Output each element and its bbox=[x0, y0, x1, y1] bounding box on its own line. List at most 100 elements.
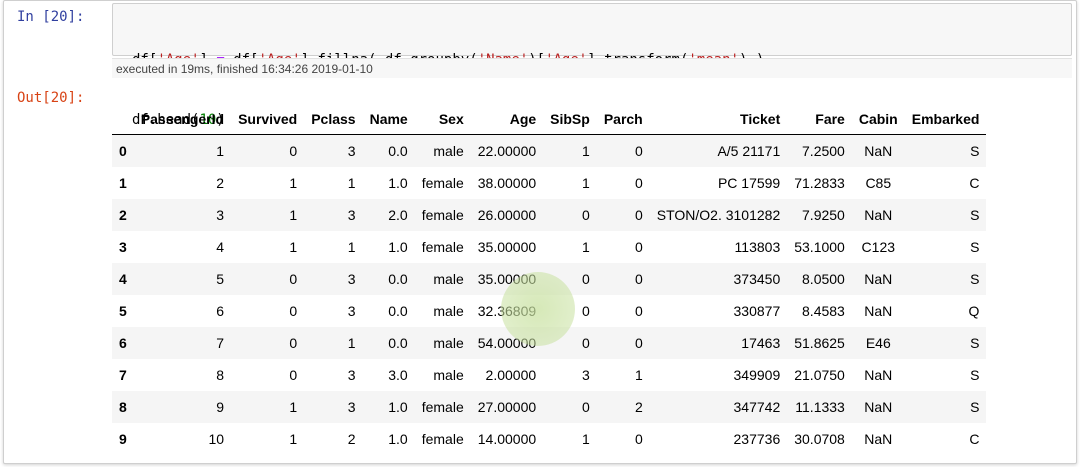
table-cell: 0 bbox=[582, 303, 590, 319]
table-cell: 0 bbox=[634, 239, 643, 255]
table-cell: 4 bbox=[216, 239, 225, 255]
table-cell: 1 bbox=[347, 239, 356, 255]
table-cell: 22.00000 bbox=[477, 143, 537, 159]
table-cell: 1 bbox=[582, 143, 590, 159]
table-cell: 3.0 bbox=[388, 367, 408, 383]
input-prompt: In [20]: bbox=[17, 9, 85, 25]
table-cell: 0 bbox=[289, 143, 298, 159]
table-cell: 0 bbox=[582, 399, 590, 415]
table-header: PassengerId Survived Pclass Name Sex Age SibSp… bbox=[112, 103, 987, 135]
table-cell: 7 bbox=[216, 335, 225, 351]
table-cell: 3 bbox=[347, 399, 356, 415]
table-cell: 0.0 bbox=[388, 143, 408, 159]
table-cell: 3 bbox=[347, 207, 356, 223]
table-row: 0 1 0 3 0.0 male 22.00000 1 0 A/5 21171 7.2500 NaN S bbox=[112, 134, 987, 167]
table-cell: S bbox=[970, 335, 980, 351]
table-cell: 3 bbox=[347, 303, 356, 319]
column-header-sibsp: SibSp bbox=[543, 103, 597, 135]
table-cell: 10 bbox=[208, 431, 225, 447]
table-cell: female bbox=[421, 431, 464, 447]
row-index: 8 bbox=[119, 399, 127, 415]
table-cell: C123 bbox=[861, 239, 896, 255]
column-header-age: Age bbox=[470, 103, 544, 135]
table-cell: 237736 bbox=[733, 431, 781, 447]
table-cell: NaN bbox=[864, 367, 893, 383]
table-cell: 3 bbox=[347, 143, 356, 159]
execution-info: executed in 19ms, finished 16:34:26 2019… bbox=[112, 58, 1072, 78]
table-cell: male bbox=[433, 271, 464, 287]
table-cell: 3 bbox=[582, 367, 590, 383]
row-index: 6 bbox=[119, 335, 127, 351]
table-cell: C bbox=[969, 431, 980, 447]
table-cell: 17463 bbox=[741, 335, 781, 351]
table-cell: 0 bbox=[634, 143, 643, 159]
table-cell: NaN bbox=[864, 303, 893, 319]
table-cell: 0 bbox=[582, 207, 590, 223]
dataframe-table: PassengerId Survived Pclass Name Sex Age SibSp… bbox=[112, 103, 987, 455]
table-cell: 0 bbox=[582, 271, 590, 287]
table-cell: 38.00000 bbox=[477, 175, 537, 191]
table-cell: 347742 bbox=[733, 399, 781, 415]
table-cell: Q bbox=[968, 303, 980, 319]
table-cell: 1 bbox=[634, 367, 643, 383]
table-cell: E46 bbox=[865, 335, 891, 351]
table-cell: 1.0 bbox=[388, 175, 408, 191]
column-header-name: Name bbox=[362, 103, 415, 135]
row-index: 1 bbox=[119, 175, 127, 191]
table-row: 2 3 1 3 2.0 female 26.00000 0 0 STON/O2. 3101282 7… bbox=[112, 199, 987, 231]
table-cell: 1 bbox=[289, 207, 298, 223]
table-cell: 51.8625 bbox=[794, 335, 845, 351]
table-cell: NaN bbox=[864, 207, 893, 223]
row-index: 0 bbox=[119, 143, 127, 159]
table-cell: 1 bbox=[582, 239, 590, 255]
table-cell: 349909 bbox=[733, 367, 781, 383]
table-cell: 0.0 bbox=[388, 335, 408, 351]
table-cell: 53.1000 bbox=[794, 239, 845, 255]
table-cell: STON/O2. 3101282 bbox=[656, 207, 781, 223]
column-header-survived: Survived bbox=[231, 103, 305, 135]
table-cell: 1 bbox=[347, 175, 356, 191]
execution-info-text: executed in 19ms, finished 16:34:26 2019… bbox=[116, 62, 373, 76]
table-cell: 0 bbox=[634, 335, 643, 351]
table-cell: 1 bbox=[347, 335, 356, 351]
table-cell: 1.0 bbox=[388, 239, 408, 255]
table-cell: male bbox=[433, 303, 464, 319]
table-cell: S bbox=[970, 239, 980, 255]
table-cell: 0 bbox=[582, 335, 590, 351]
row-index: 2 bbox=[119, 207, 127, 223]
table-cell: 1.0 bbox=[388, 399, 408, 415]
table-cell: female bbox=[421, 207, 464, 223]
column-header-pclass: Pclass bbox=[304, 103, 363, 135]
table-cell: C bbox=[969, 175, 980, 191]
table-header-row: PassengerId Survived Pclass Name Sex Age SibSp… bbox=[112, 103, 987, 135]
table-cell: 8.0500 bbox=[802, 271, 845, 287]
table-cell: 0 bbox=[634, 431, 643, 447]
table-cell: S bbox=[970, 207, 980, 223]
column-header-fare: Fare bbox=[787, 103, 852, 135]
table-cell: A/5 21171 bbox=[717, 143, 781, 159]
table-cell: 0.0 bbox=[388, 303, 408, 319]
row-index: 5 bbox=[119, 303, 127, 319]
table-cell: 54.00000 bbox=[477, 335, 537, 351]
table-row: 9 10 1 2 1.0 female 14.00000 1 0 237736 30.0708 NaN… bbox=[112, 423, 986, 455]
code-input-area[interactable]: df['Age'] = df['Age'].fillna( df.groupby… bbox=[112, 3, 1072, 128]
table-cell: 71.2833 bbox=[794, 175, 845, 191]
table-row: 1 2 1 1 1.0 female 38.00000 1 0 PC 17599 71.2833 C8… bbox=[112, 167, 986, 199]
table-row: 8 9 1 3 1.0 female 27.00000 0 2 347742 11.1333 NaN S bbox=[112, 391, 987, 423]
table-cell: 113803 bbox=[734, 239, 781, 255]
table-cell: 1 bbox=[582, 175, 590, 191]
table-cell: S bbox=[970, 271, 980, 287]
table-cell: 7.2500 bbox=[802, 143, 845, 159]
output-prompt: Out[20]: bbox=[17, 90, 85, 106]
table-cell: 14.00000 bbox=[477, 431, 537, 447]
table-cell: 1 bbox=[289, 431, 298, 447]
table-cell: NaN bbox=[864, 143, 893, 159]
table-cell: 3 bbox=[347, 271, 356, 287]
table-row: 6 7 0 1 0.0 male 54.00000 0 0 17463 51.8625 E46 S bbox=[112, 327, 987, 359]
table-row: 3 4 1 1 1.0 female 35.00000 1 0 113803 53.1000 C123… bbox=[112, 231, 986, 263]
table-cell: 6 bbox=[216, 303, 225, 319]
table-cell: female bbox=[421, 399, 464, 415]
table-cell: 26.00000 bbox=[477, 207, 537, 223]
table-cell: male bbox=[433, 367, 464, 383]
table-cell: 35.00000 bbox=[477, 239, 537, 255]
